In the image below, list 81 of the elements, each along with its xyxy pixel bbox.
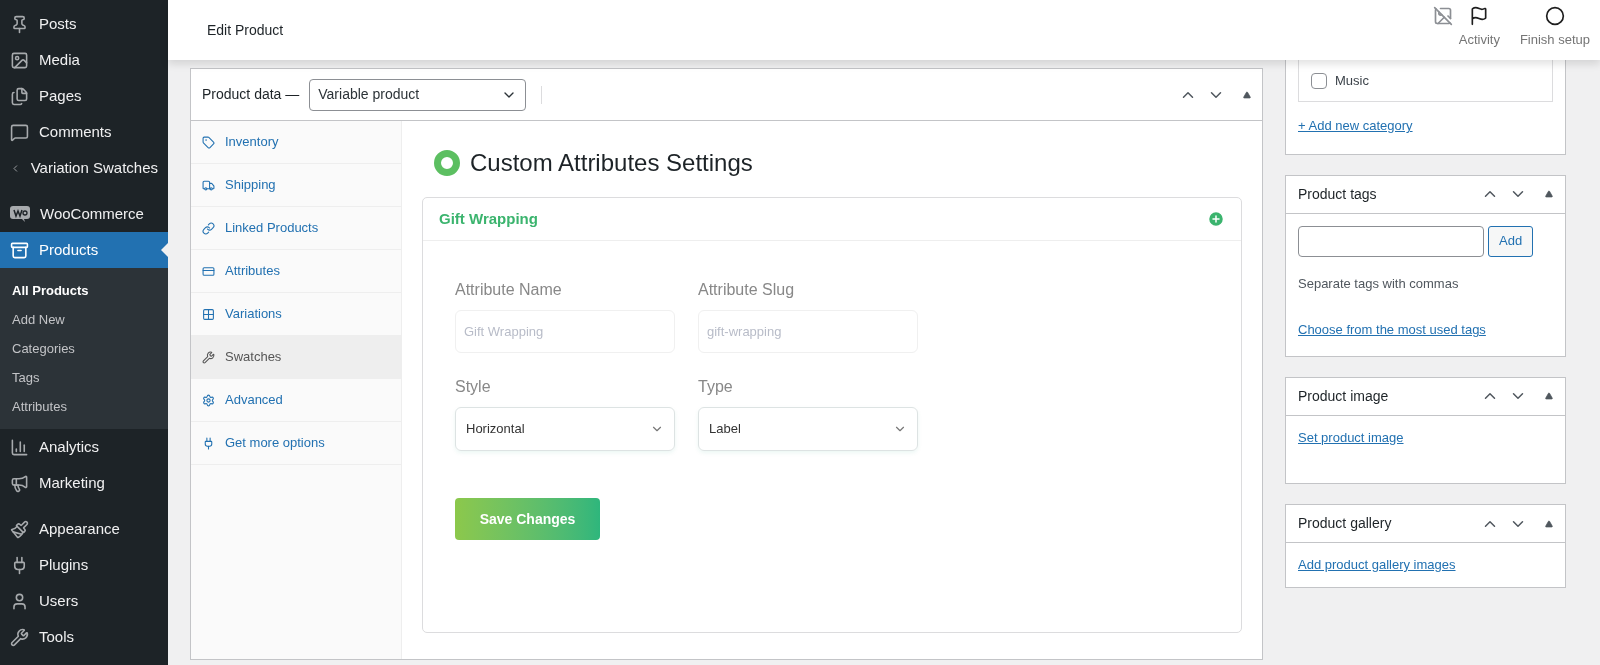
submenu-item[interactable]: Tags <box>0 363 168 392</box>
panel-label: Product data — <box>202 85 300 104</box>
menu-icon <box>10 122 29 142</box>
submenu-item[interactable]: All Products <box>0 276 168 305</box>
sidebar-item[interactable]: Users <box>0 583 168 619</box>
sidebar-item[interactable]: Products <box>0 232 168 268</box>
select-field[interactable]: Label <box>698 407 918 451</box>
menu-icon <box>10 437 29 457</box>
sidebar-item[interactable]: Plugins <box>0 547 168 583</box>
field-label: Type <box>698 377 734 397</box>
panel-tab[interactable]: Get more options <box>191 422 401 465</box>
sidebar-item[interactable]: Tools <box>0 619 168 655</box>
collapse-icon[interactable] <box>1243 90 1251 99</box>
checkbox[interactable] <box>1311 72 1327 89</box>
menu-icon <box>10 591 29 611</box>
box-title: Product gallery <box>1298 514 1392 533</box>
field-label: Attribute Name <box>455 280 563 300</box>
add-tag-button[interactable]: Add <box>1488 225 1534 257</box>
text-input[interactable]: Gift Wrapping <box>455 310 675 353</box>
tab-icon <box>202 307 215 321</box>
collapse-icon[interactable] <box>1545 190 1553 198</box>
menu-icon <box>10 50 29 70</box>
box-title: Product image <box>1298 386 1389 406</box>
circle-icon <box>1544 6 1565 26</box>
submenu-item[interactable]: Attributes <box>0 392 168 421</box>
panel-tab[interactable]: Shipping <box>191 164 401 207</box>
page-title: Edit Product <box>207 20 284 40</box>
product-type-select[interactable]: Variable product <box>309 78 527 111</box>
sidebar-item[interactable]: WooCommerce <box>0 196 168 232</box>
tag-input[interactable] <box>1298 225 1484 257</box>
ring-icon <box>434 150 460 176</box>
tab-icon <box>202 135 215 149</box>
menu-icon <box>10 240 29 260</box>
sidebar-item[interactable]: Media <box>0 42 168 78</box>
tab-icon <box>202 350 215 364</box>
submenu-item[interactable]: Categories <box>0 334 168 363</box>
sidebar-item[interactable]: Pages <box>0 78 168 114</box>
checkbox-label: Music <box>1335 71 1369 90</box>
collapse-icon[interactable] <box>1545 519 1553 528</box>
text-input[interactable]: gift-wrapping <box>698 310 918 353</box>
toolbar-action[interactable]: Finish setup <box>1519 6 1590 50</box>
panel-tab[interactable]: Inventory <box>191 121 401 164</box>
add-category-link[interactable]: + Add new category <box>1298 116 1553 136</box>
panel-tab[interactable]: Linked Products <box>191 207 401 250</box>
panel-tab[interactable]: Attributes <box>191 250 401 293</box>
collapse-icon[interactable] <box>1545 392 1553 400</box>
settings-heading: Custom Attributes Settings <box>470 148 753 178</box>
menu-icon <box>10 473 29 493</box>
sidebar-item[interactable]: Variation Swatches <box>0 150 168 186</box>
flag-icon <box>1469 6 1490 26</box>
tab-icon <box>202 436 215 450</box>
sidebar-item[interactable]: Comments <box>0 114 168 150</box>
submenu-item[interactable]: Add New <box>0 305 168 334</box>
menu-icon <box>10 14 29 34</box>
sidebar-item[interactable]: Appearance <box>0 511 168 547</box>
tab-icon <box>202 264 215 278</box>
tab-icon <box>202 221 215 235</box>
tab-icon <box>202 178 215 192</box>
attribute-name: Gift Wrapping <box>439 208 538 229</box>
add-icon[interactable] <box>1207 210 1225 228</box>
select-field[interactable]: Horizontal <box>455 407 675 451</box>
most-used-tags-link[interactable]: Choose from the most used tags <box>1298 320 1553 340</box>
field-label: Attribute Slug <box>698 280 796 300</box>
broken-image-icon <box>1432 6 1453 26</box>
field-label: Style <box>455 377 492 397</box>
tags-hint: Separate tags with commas <box>1298 274 1460 293</box>
menu-icon <box>10 519 29 539</box>
sidebar-item[interactable]: Posts <box>0 6 168 42</box>
box-title: Product tags <box>1298 184 1377 204</box>
pointer-icon <box>161 243 168 257</box>
add-gallery-link[interactable]: Add product gallery images <box>1298 555 1553 575</box>
sidebar-item[interactable]: Marketing <box>0 465 168 501</box>
panel-tab[interactable]: Advanced <box>191 379 401 422</box>
toolbar-action[interactable]: Activity <box>1458 6 1500 50</box>
panel-tab[interactable]: Swatches <box>191 336 401 379</box>
sidebar-item[interactable]: Analytics <box>0 429 168 465</box>
set-image-link[interactable]: Set product image <box>1298 427 1553 447</box>
tab-icon <box>202 393 215 407</box>
menu-icon <box>10 86 29 106</box>
store-logo-icon <box>10 206 30 222</box>
menu-icon <box>10 627 29 647</box>
